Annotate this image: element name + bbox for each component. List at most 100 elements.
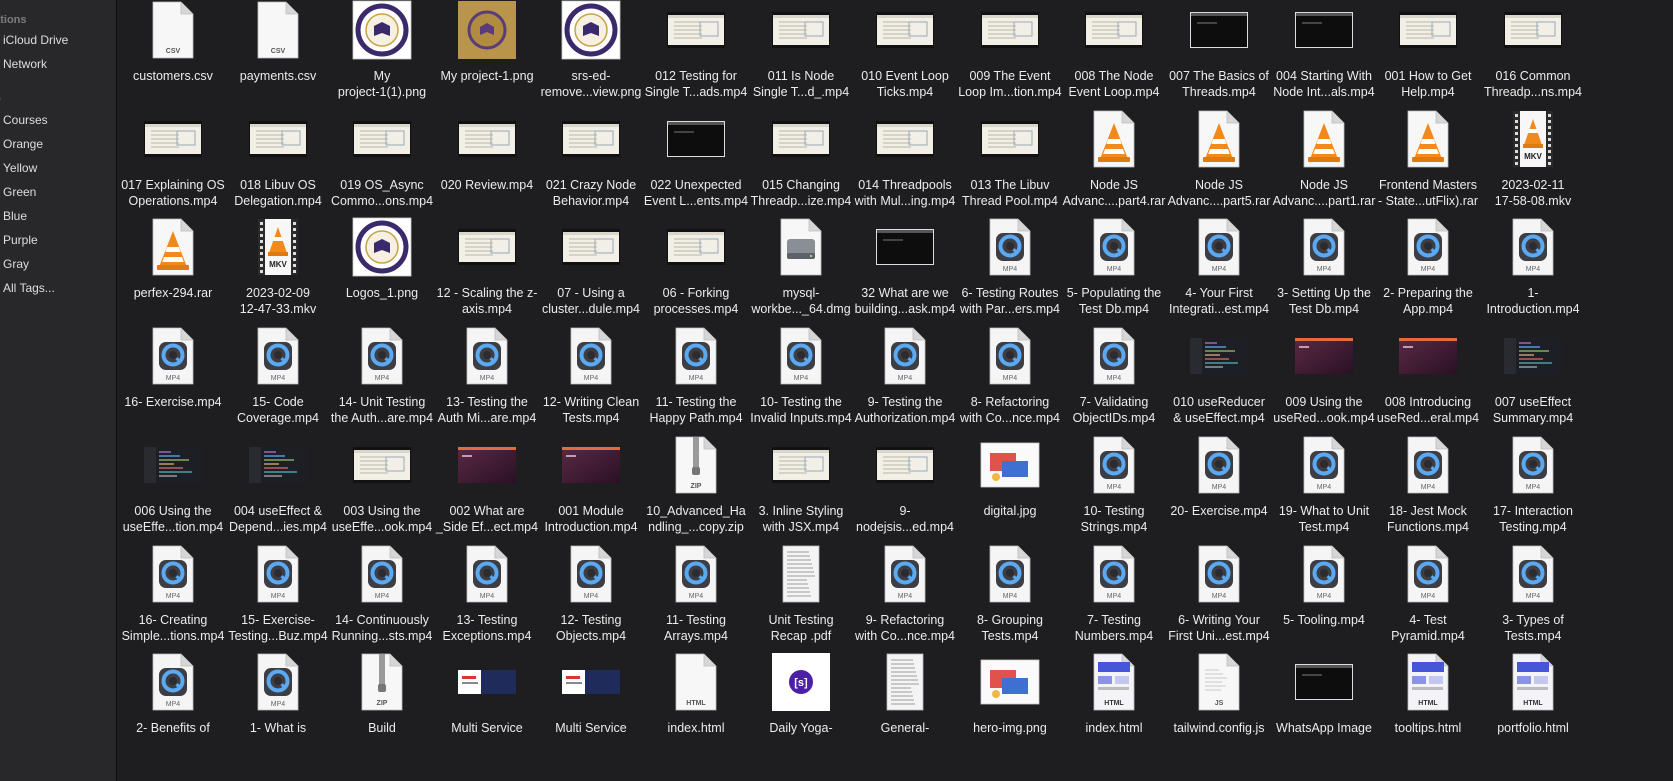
file-item[interactable]: MP4 12- Writing Clean Tests.mp4 [535, 326, 647, 442]
file-name[interactable]: 4- Your First Integrati...est.mp4 [1161, 285, 1277, 317]
file-item[interactable]: MP4 17- Interaction Testing.mp4 [1477, 435, 1589, 551]
file-name[interactable]: 10- Testing Strings.mp4 [1056, 503, 1172, 535]
file-name[interactable]: Unit Testing Recap .pdf [743, 612, 859, 644]
light-video-thumb-icon[interactable] [875, 435, 935, 495]
file-item[interactable]: 020 Review.mp4 [431, 109, 543, 225]
file-item[interactable]: MP4 3- Setting Up the Test Db.mp4 [1268, 217, 1380, 333]
file-name[interactable]: My project-1(1).png [324, 68, 440, 100]
file-item[interactable]: 004 Starting With Node Int...als.mp4 [1268, 0, 1380, 116]
mkv-film-icon[interactable]: MKV [1503, 109, 1563, 169]
file-name[interactable]: customers.csv [117, 68, 231, 84]
file-name[interactable]: 13- Testing Exceptions.mp4 [429, 612, 545, 644]
purple-video-thumb-icon[interactable] [457, 435, 517, 495]
file-item[interactable]: MP4 2- Benefits of [117, 652, 229, 768]
vlc-cone-doc-icon[interactable] [143, 217, 203, 277]
file-item[interactable]: 011 Is Node Single T...d_.mp4 [745, 0, 857, 116]
file-item[interactable]: CSV payments.csv [222, 0, 334, 116]
file-name[interactable]: 012 Testing for Single T...ads.mp4 [638, 68, 754, 100]
light-video-thumb-icon[interactable] [248, 109, 308, 169]
quicktime-mp4-icon[interactable]: MP4 [352, 326, 412, 386]
file-name[interactable]: 9- Refactoring with Co...nce.mp4 [847, 612, 963, 644]
file-name[interactable]: General- [847, 720, 963, 736]
quicktime-mp4-icon[interactable]: MP4 [1084, 544, 1144, 604]
file-item[interactable]: MP4 9- Refactoring with Co...nce.mp4 [849, 544, 961, 660]
file-item[interactable]: Node JS Advanc....part4.rar [1058, 109, 1170, 225]
file-name[interactable]: hero-img.png [952, 720, 1068, 736]
file-name[interactable]: 2- Preparing the App.mp4 [1370, 285, 1486, 317]
quicktime-mp4-icon[interactable]: MP4 [457, 326, 517, 386]
file-name[interactable]: mysql- workbe..._64.dmg [743, 285, 859, 317]
disk-image-icon[interactable] [771, 217, 831, 277]
quicktime-mp4-icon[interactable]: MP4 [248, 544, 308, 604]
file-name[interactable]: 9- Testing the Authorization.mp4 [847, 394, 963, 426]
file-item[interactable]: General- [849, 652, 961, 768]
light-video-thumb-icon[interactable] [875, 0, 935, 60]
file-item[interactable]: MP4 4- Your First Integrati...est.mp4 [1163, 217, 1275, 333]
quicktime-mp4-icon[interactable]: MP4 [666, 326, 726, 386]
file-item[interactable]: 008 The Node Event Loop.mp4 [1058, 0, 1170, 116]
csv-doc-icon[interactable]: CSV [143, 0, 203, 60]
dark-video-thumb-icon[interactable] [875, 217, 935, 277]
file-name[interactable]: 10_Advanced_Ha ndling_...copy.zip [638, 503, 754, 535]
file-name[interactable]: 007 The Basics of Threads.mp4 [1161, 68, 1277, 100]
file-name[interactable]: 009 The Event Loop Im...tion.mp4 [952, 68, 1068, 100]
file-name[interactable]: 18- Jest Mock Functions.mp4 [1370, 503, 1486, 535]
file-name[interactable]: portfolio.html [1475, 720, 1591, 736]
file-item[interactable]: MP4 6- Writing Your First Uni...est.mp4 [1163, 544, 1275, 660]
file-item[interactable]: 001 How to Get Help.mp4 [1372, 0, 1484, 116]
quicktime-mp4-icon[interactable]: MP4 [1189, 544, 1249, 604]
file-item[interactable]: HTML portfolio.html [1477, 652, 1589, 768]
light-video-thumb-icon[interactable] [875, 109, 935, 169]
file-name[interactable]: 06 - Forking processes.mp4 [638, 285, 754, 317]
file-name[interactable]: perfex-294.rar [117, 285, 231, 301]
file-name[interactable]: 020 Review.mp4 [429, 177, 545, 193]
light-video-thumb-icon[interactable] [666, 0, 726, 60]
file-name[interactable]: 004 Starting With Node Int...als.mp4 [1266, 68, 1382, 100]
brand-logo-image-icon[interactable]: [s] [771, 652, 831, 712]
logo-image-icon[interactable] [352, 217, 412, 277]
file-name[interactable]: 015 Changing Threadp...ize.mp4 [743, 177, 859, 209]
file-item[interactable]: MP4 3- Types of Tests.mp4 [1477, 544, 1589, 660]
file-name[interactable]: 007 useEffect Summary.mp4 [1475, 394, 1591, 426]
quicktime-mp4-icon[interactable]: MP4 [875, 326, 935, 386]
file-item[interactable]: Unit Testing Recap .pdf [745, 544, 857, 660]
file-item[interactable]: 014 Threadpools with Mul...ing.mp4 [849, 109, 961, 225]
file-item[interactable]: Logos_1.png [326, 217, 438, 333]
sidebar-tag-courses[interactable]: Courses [3, 112, 48, 128]
quicktime-mp4-icon[interactable]: MP4 [1084, 435, 1144, 495]
file-item[interactable]: 022 Unexpected Event L...ents.mp4 [640, 109, 752, 225]
quicktime-mp4-icon[interactable]: MP4 [1398, 217, 1458, 277]
file-name[interactable]: Node JS Advanc....part1.rar [1266, 177, 1382, 209]
file-item[interactable]: MP4 6- Testing Routes with Par...ers.mp4 [954, 217, 1066, 333]
sidebar-tag-purple[interactable]: Purple [3, 232, 38, 248]
csv-doc-icon[interactable]: CSV [248, 0, 308, 60]
file-item[interactable]: My project-1.png [431, 0, 543, 116]
file-item[interactable]: 018 Libuv OS Delegation.mp4 [222, 109, 334, 225]
pdf-document-icon[interactable] [875, 652, 935, 712]
file-item[interactable]: 006 Using the useEffe...tion.mp4 [117, 435, 229, 551]
light-video-thumb-icon[interactable] [1398, 0, 1458, 60]
sidebar-item-network[interactable]: Network [3, 56, 47, 72]
quicktime-mp4-icon[interactable]: MP4 [666, 544, 726, 604]
vlc-cone-doc-icon[interactable] [1398, 109, 1458, 169]
file-item[interactable]: 007 The Basics of Threads.mp4 [1163, 0, 1275, 116]
file-item[interactable]: digital.jpg [954, 435, 1066, 551]
file-name[interactable]: 3- Setting Up the Test Db.mp4 [1266, 285, 1382, 317]
file-name[interactable]: digital.jpg [952, 503, 1068, 519]
file-item[interactable]: 32 What are we building...ask.mp4 [849, 217, 961, 333]
sidebar-tag-gray[interactable]: Gray [3, 256, 29, 272]
sidebar-tag-blue[interactable]: Blue [3, 208, 27, 224]
vlc-cone-doc-icon[interactable] [1294, 109, 1354, 169]
quicktime-mp4-icon[interactable]: MP4 [1084, 217, 1144, 277]
file-item[interactable]: MP4 12- Testing Objects.mp4 [535, 544, 647, 660]
file-name[interactable]: 7- Testing Numbers.mp4 [1056, 612, 1172, 644]
quicktime-mp4-icon[interactable]: MP4 [980, 217, 1040, 277]
file-name[interactable]: 12- Writing Clean Tests.mp4 [533, 394, 649, 426]
file-item[interactable]: Multi Service [535, 652, 647, 768]
file-name[interactable]: 16- Exercise.mp4 [117, 394, 231, 410]
file-name[interactable]: 010 Event Loop Ticks.mp4 [847, 68, 963, 100]
file-item[interactable]: MP4 2- Preparing the App.mp4 [1372, 217, 1484, 333]
mkv-film-icon[interactable]: MKV [248, 217, 308, 277]
file-name[interactable]: 1- What is [220, 720, 336, 736]
quicktime-mp4-icon[interactable]: MP4 [352, 544, 412, 604]
